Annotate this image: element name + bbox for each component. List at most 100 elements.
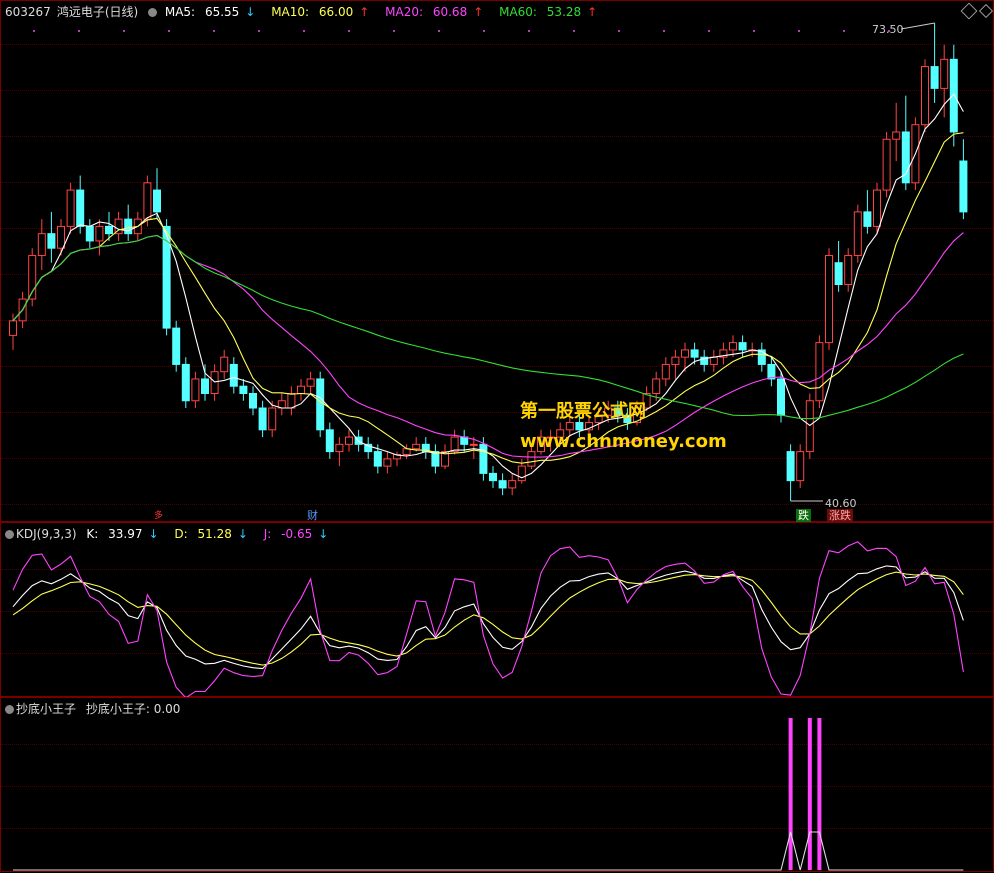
candle-body bbox=[873, 189, 881, 227]
candle-body bbox=[239, 385, 248, 394]
candle-body bbox=[373, 451, 382, 467]
tag-hulv[interactable]: 涨跌 bbox=[827, 509, 853, 522]
candle-body bbox=[681, 349, 689, 358]
cdx-panel[interactable]: 抄底小王子 抄底小王子: 0.00 bbox=[0, 697, 994, 872]
candle-body bbox=[345, 436, 353, 445]
signal-bar bbox=[788, 718, 793, 870]
candle-body bbox=[335, 443, 344, 453]
kdj-panel[interactable]: KDJ(9,3,3) K: 33.97 ↓ D: 51.28 ↓ J: -0.65 ↓ bbox=[0, 522, 994, 698]
candle-body bbox=[767, 363, 776, 380]
signal-dot bbox=[213, 30, 215, 32]
candle-body bbox=[517, 465, 526, 482]
ma10-arrow-icon: ↑ bbox=[359, 5, 370, 19]
d-label: D: bbox=[174, 527, 188, 541]
candlestick-chart bbox=[9, 22, 968, 502]
candle-body bbox=[153, 189, 161, 213]
cdx-header: 抄底小王子 抄底小王子: 0.00 bbox=[5, 701, 186, 717]
candle-body bbox=[220, 356, 229, 373]
candle-body bbox=[450, 436, 459, 453]
kdj-title: KDJ(9,3,3) bbox=[16, 527, 77, 541]
candle-body bbox=[316, 378, 325, 431]
signal-dot bbox=[123, 30, 125, 32]
candle-body bbox=[825, 254, 833, 344]
signal-dot bbox=[663, 30, 665, 32]
signal-bar bbox=[807, 718, 812, 870]
candle-body bbox=[757, 349, 766, 365]
kdj-header: KDJ(9,3,3) K: 33.97 ↓ D: 51.28 ↓ J: -0.65 ↓ bbox=[5, 526, 340, 542]
cdx-value: 0.00 bbox=[153, 702, 181, 716]
candle-body bbox=[949, 58, 958, 133]
candle-body bbox=[412, 443, 421, 450]
main-chart-panel[interactable]: 603267 鸿远电子(日线) MA5: 65.55 ↓ MA10: 66.00 ↑ … bbox=[0, 0, 994, 522]
signal-dot bbox=[843, 30, 845, 32]
candle-body bbox=[940, 58, 949, 89]
signal-dot bbox=[708, 30, 710, 32]
ma60-value: 53.28 bbox=[546, 5, 582, 19]
cdx-chart bbox=[13, 718, 964, 871]
candle-body bbox=[66, 189, 75, 227]
signal-dot bbox=[303, 30, 305, 32]
j-line bbox=[12, 541, 964, 698]
candle-body bbox=[508, 480, 517, 489]
ma20-value: 60.68 bbox=[432, 5, 468, 19]
candle-body bbox=[85, 225, 94, 242]
high-pointer bbox=[900, 22, 935, 30]
j-label: J: bbox=[263, 527, 272, 541]
ma5-label: MA5: bbox=[164, 5, 196, 19]
candle-body bbox=[690, 349, 699, 358]
ma5-arrow-icon: ↓ bbox=[245, 5, 256, 19]
cdx-series-label: 抄底小王子: bbox=[85, 702, 150, 716]
candle-body bbox=[431, 451, 440, 467]
ma5-value: 65.55 bbox=[204, 5, 240, 19]
candle-body bbox=[249, 392, 257, 409]
candle-body bbox=[863, 211, 872, 227]
candle-body bbox=[815, 342, 824, 402]
candle-body bbox=[777, 378, 785, 416]
d-arrow-icon: ↓ bbox=[237, 527, 248, 541]
high-price-label: 73.50 bbox=[872, 23, 904, 36]
candle-body bbox=[709, 356, 718, 365]
candle-body bbox=[383, 458, 392, 467]
signal-dot bbox=[528, 30, 530, 32]
stock-code: 603267 bbox=[5, 5, 51, 19]
candle-body bbox=[172, 327, 181, 365]
candle-body bbox=[729, 342, 737, 351]
candle-body bbox=[306, 378, 315, 387]
k-label: K: bbox=[86, 527, 99, 541]
tag-cai[interactable]: 财 bbox=[305, 509, 320, 522]
signal-dot bbox=[258, 30, 260, 32]
signal-bar bbox=[817, 718, 822, 870]
candle-body bbox=[796, 451, 805, 482]
signal-dot bbox=[348, 30, 350, 32]
candle-body bbox=[124, 218, 133, 235]
candle-body bbox=[201, 378, 209, 394]
signal-dot bbox=[393, 30, 395, 32]
ma5-line bbox=[12, 93, 964, 479]
candle-body bbox=[268, 407, 277, 431]
candle-body bbox=[652, 378, 661, 394]
ma20-arrow-icon: ↑ bbox=[473, 5, 484, 19]
ma10-label: MA10: bbox=[271, 5, 310, 19]
candle-body bbox=[921, 66, 929, 126]
candle-body bbox=[325, 429, 334, 453]
k-line bbox=[12, 565, 964, 670]
ma10-value: 66.00 bbox=[318, 5, 354, 19]
candle-body bbox=[47, 233, 56, 249]
cdx-settings-icon[interactable] bbox=[5, 705, 14, 714]
candle-body bbox=[853, 211, 862, 256]
watermark-line1: 第一股票公式网 bbox=[520, 401, 646, 422]
tag-die[interactable]: 跌 bbox=[796, 509, 811, 522]
candle-body bbox=[805, 400, 814, 453]
ma5-legend: MA5: 65.55 ↓ bbox=[165, 5, 262, 19]
candle-body bbox=[469, 443, 478, 446]
kdj-settings-icon[interactable] bbox=[5, 530, 14, 539]
ma60-legend: MA60: 53.28 ↑ bbox=[499, 5, 603, 19]
settings-circle-icon[interactable] bbox=[148, 8, 158, 17]
candle-body bbox=[37, 233, 46, 256]
ma60-arrow-icon: ↑ bbox=[587, 5, 598, 19]
main-header: 603267 鸿远电子(日线) MA5: 65.55 ↓ MA10: 66.00 ↑ … bbox=[5, 4, 609, 20]
k-value: 33.97 bbox=[108, 527, 143, 541]
signal-dot bbox=[618, 30, 620, 32]
signal-dot bbox=[438, 30, 440, 32]
candle-body bbox=[661, 363, 670, 380]
